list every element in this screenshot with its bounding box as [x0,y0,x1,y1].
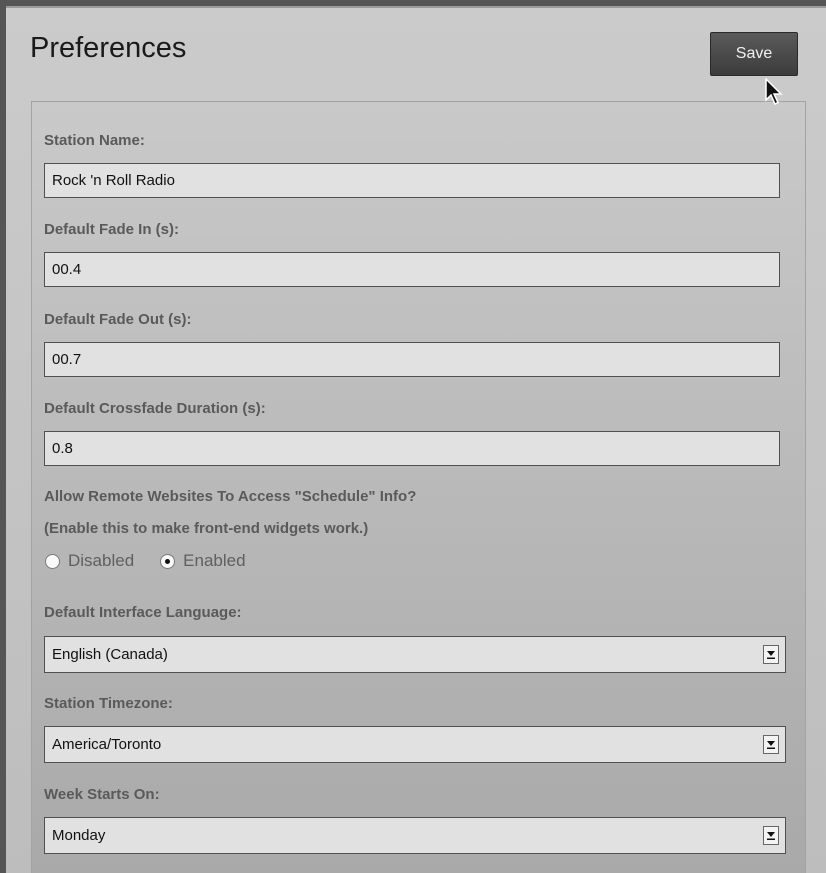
radio-disabled-label[interactable]: Disabled [68,551,134,571]
fade-in-input[interactable]: 00.4 [44,252,780,287]
radio-enabled[interactable] [160,553,176,569]
language-selected-value: English (Canada) [52,646,168,663]
radio-disabled[interactable] [45,553,60,569]
remote-access-hint: (Enable this to make front-end widgets w… [44,520,369,537]
page-title: Preferences [30,32,187,64]
crossfade-input[interactable]: 0.8 [44,431,780,466]
remote-access-radio-group: Disabled Enabled [45,550,272,572]
crossfade-label: Default Crossfade Duration (s): [44,400,266,417]
mouse-pointer-icon [765,78,783,106]
week-start-label: Week Starts On: [44,786,160,803]
radio-enabled-label[interactable]: Enabled [183,551,245,571]
fade-in-label: Default Fade In (s): [44,221,180,238]
station-name-label: Station Name: [44,132,145,149]
week-start-select[interactable]: Monday [44,817,786,854]
timezone-label: Station Timezone: [44,695,173,712]
chevron-down-icon[interactable] [763,735,779,754]
remote-access-label: Allow Remote Websites To Access "Schedul… [44,488,417,505]
language-label: Default Interface Language: [44,604,242,621]
fade-out-label: Default Fade Out (s): [44,311,192,328]
chevron-down-icon[interactable] [763,645,779,664]
station-name-input[interactable]: Rock 'n Roll Radio [44,163,780,198]
week-start-selected-value: Monday [52,827,106,844]
chevron-down-icon[interactable] [763,826,779,845]
fade-out-input[interactable]: 00.7 [44,342,780,377]
timezone-selected-value: America/Toronto [52,736,162,753]
language-select[interactable]: English (Canada) [44,636,786,673]
timezone-select[interactable]: America/Toronto [44,726,786,763]
save-button[interactable]: Save [710,32,798,76]
